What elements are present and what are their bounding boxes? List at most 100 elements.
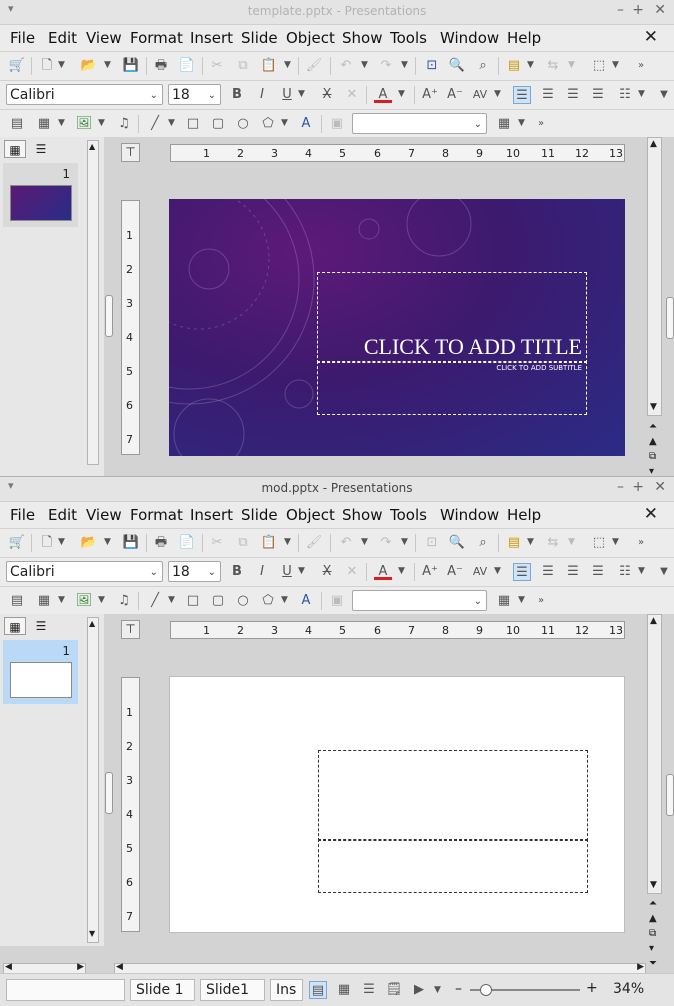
zoom-icon[interactable]: 🔍	[448, 534, 466, 552]
menu-show[interactable]: Show	[342, 29, 382, 47]
media-icon[interactable]: ♫	[115, 592, 133, 610]
cart-icon[interactable]: 🛒	[8, 57, 26, 75]
panel-scrollbar[interactable]: ▲	[87, 140, 99, 465]
insert-frame-icon[interactable]: ⬚	[590, 57, 608, 75]
cut-icon[interactable]: ✂	[208, 534, 226, 552]
align-center-icon[interactable]: ☰	[539, 563, 557, 581]
menu-edit[interactable]: Edit	[48, 506, 77, 524]
fontwork-icon[interactable]: A	[297, 592, 315, 610]
fontwork-icon[interactable]: A	[297, 115, 315, 133]
slide-layout-icon[interactable]: ▤	[505, 57, 523, 75]
copy-icon[interactable]: ⧉	[234, 57, 252, 75]
zoom-in-icon[interactable]: +	[586, 980, 598, 996]
menu-window[interactable]: Window	[440, 506, 499, 524]
cart-icon[interactable]: 🛒	[8, 534, 26, 552]
slide-thumbnail-1[interactable]: 1	[3, 163, 78, 227]
menu-slide[interactable]: Slide	[241, 29, 278, 47]
horizontal-ruler[interactable]: 12 34 56 78 9 10 11 12 13	[170, 144, 625, 162]
vertical-ruler[interactable]: 12 34 56 7	[121, 200, 140, 455]
print-icon[interactable]: 🖶	[152, 57, 170, 75]
toolbar-overflow-icon[interactable]: »	[532, 115, 550, 133]
export-pdf-icon[interactable]: 📄	[178, 534, 196, 552]
minimize-icon[interactable]: –	[617, 479, 624, 495]
table-icon[interactable]: ▦	[35, 592, 53, 610]
zoom-level[interactable]: 34%	[613, 981, 644, 997]
underline-icon[interactable]: U	[278, 86, 296, 104]
rounded-rectangle-icon[interactable]: ▢	[209, 592, 227, 610]
line-icon[interactable]: ╱	[146, 115, 164, 133]
notes-icon[interactable]: 🗒	[385, 981, 403, 999]
redo-icon[interactable]: ↷	[377, 57, 395, 75]
cut-icon[interactable]: ✂	[208, 57, 226, 75]
style-combo[interactable]: ⌄	[352, 590, 487, 611]
sidebar-collapse-handle[interactable]	[666, 774, 674, 816]
panel-scrollbar[interactable]: ▲ ▼	[87, 617, 99, 943]
minimize-icon[interactable]: –	[617, 2, 624, 18]
normal-view-icon[interactable]: ▤	[309, 981, 327, 999]
subtitle-placeholder[interactable]: CLICK TO ADD SUBTITLE	[317, 361, 587, 415]
find-icon[interactable]: ⌕	[474, 57, 492, 75]
shrink-font-icon[interactable]: A⁻	[446, 563, 464, 581]
strikethrough-icon[interactable]: X	[318, 563, 336, 581]
menu-view[interactable]: View	[86, 29, 122, 47]
slide-canvas[interactable]	[169, 676, 625, 933]
bold-icon[interactable]: B	[228, 86, 246, 104]
slides-view-icon[interactable]: ▦	[4, 140, 26, 158]
transition-icon[interactable]: ⇆	[544, 534, 562, 552]
undo-icon[interactable]: ↶	[337, 534, 355, 552]
slide-canvas[interactable]: CLICK TO ADD TITLE CLICK TO ADD SUBTITLE	[169, 199, 625, 456]
menu-window[interactable]: Window	[440, 29, 499, 47]
table-icon[interactable]: ▦	[35, 115, 53, 133]
redo-icon[interactable]: ↷	[377, 534, 395, 552]
clear-format-icon[interactable]: ✕	[343, 563, 361, 581]
copy-icon[interactable]: ⧉	[234, 534, 252, 552]
find-icon[interactable]: ⌕	[474, 534, 492, 552]
save-icon[interactable]: 💾	[122, 534, 140, 552]
ellipse-icon[interactable]: ○	[234, 115, 252, 133]
menu-format[interactable]: Format	[130, 506, 183, 524]
shapes-icon[interactable]: ⬠	[259, 592, 277, 610]
justify-icon[interactable]: ☰	[589, 563, 607, 581]
slides-view-icon[interactable]: ▦	[4, 617, 26, 635]
rectangle-icon[interactable]: □	[184, 115, 202, 133]
style-combo[interactable]: ⌄	[352, 113, 487, 134]
menu-tools[interactable]: Tools	[390, 29, 427, 47]
status-insert-mode[interactable]: Ins	[270, 979, 303, 1001]
bold-icon[interactable]: B	[228, 563, 246, 581]
underline-icon[interactable]: U	[278, 563, 296, 581]
zoom-100-icon[interactable]: ⊡	[423, 57, 441, 75]
ruler-corner[interactable]: ⊤	[121, 143, 140, 162]
menu-object[interactable]: Object	[286, 29, 335, 47]
font-name-combo[interactable]: Calibri ⌄	[6, 561, 163, 582]
zoom-slider[interactable]	[470, 984, 580, 996]
menu-file[interactable]: File	[10, 506, 35, 524]
panel-collapse-handle[interactable]	[105, 295, 113, 337]
rounded-rectangle-icon[interactable]: ▢	[209, 115, 227, 133]
insert-frame-icon[interactable]: ⬚	[590, 534, 608, 552]
slide-navigation[interactable]: ⏶ ▲ ⧉ ▾	[649, 419, 657, 476]
menu-format[interactable]: Format	[130, 29, 183, 47]
align-right-icon[interactable]: ☰	[564, 563, 582, 581]
image-filter-icon[interactable]: ▣	[328, 115, 346, 133]
ruler-corner[interactable]: ⊤	[121, 620, 140, 639]
grow-font-icon[interactable]: A⁺	[421, 563, 439, 581]
font-name-combo[interactable]: Calibri ⌄	[6, 84, 163, 105]
slide-sorter-icon[interactable]: ▦	[335, 981, 353, 999]
font-color-icon[interactable]: A	[374, 86, 392, 103]
presentation-icon[interactable]: ▶	[410, 981, 428, 999]
new-document-icon[interactable]: 🗋	[38, 57, 56, 75]
menu-tools[interactable]: Tools	[390, 506, 427, 524]
menu-slide[interactable]: Slide	[241, 506, 278, 524]
zoom-icon[interactable]: 🔍	[448, 57, 466, 75]
font-size-combo[interactable]: 18 ⌄	[168, 561, 221, 582]
sidebar-collapse-handle[interactable]	[666, 297, 674, 339]
zoom-slider-thumb[interactable]	[480, 984, 492, 996]
close-document-icon[interactable]: ✕	[644, 504, 658, 524]
zoom-100-icon[interactable]: ⊡	[423, 534, 441, 552]
paste-icon[interactable]: 📋	[260, 534, 278, 552]
toolbar-overflow-icon[interactable]: ▼	[655, 563, 673, 581]
print-icon[interactable]: 🖶	[152, 534, 170, 552]
format-painter-icon[interactable]: 🖌	[305, 57, 323, 75]
close-window-icon[interactable]: ✕	[654, 479, 666, 495]
zoom-out-icon[interactable]: –	[455, 981, 462, 997]
